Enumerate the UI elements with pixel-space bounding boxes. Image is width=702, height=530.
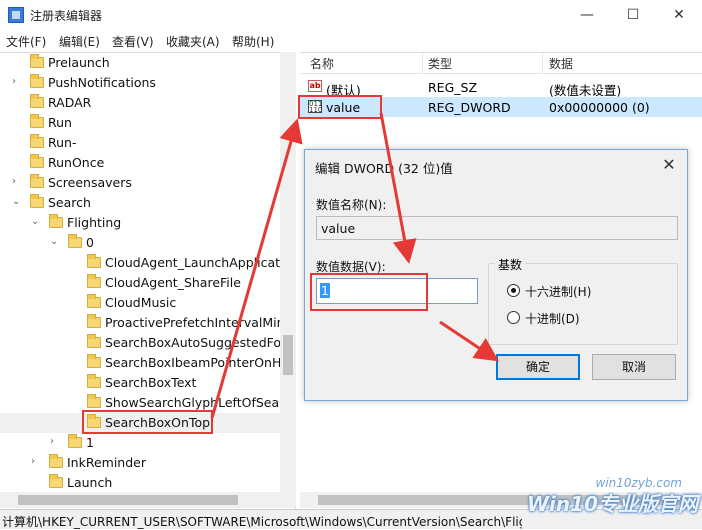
tree-item[interactable]: RADAR (0, 93, 280, 113)
tree-vertical-scrollbar[interactable] (280, 52, 296, 492)
column-header-type[interactable]: 类型 (428, 55, 452, 72)
folder-icon (49, 214, 63, 228)
folder-icon (87, 274, 101, 288)
value-name-label: 数值名称(N): (316, 198, 387, 212)
edit-dword-dialog: 编辑 DWORD (32 位)值 ✕ 数值名称(N): value 数值数据(V… (304, 149, 688, 401)
tree-item[interactable]: Prelaunch (0, 53, 280, 73)
close-button[interactable]: ✕ (656, 0, 702, 30)
tree-item[interactable]: ⌄ 0 (0, 233, 280, 253)
folder-icon (87, 354, 101, 368)
tree-item[interactable]: ⌄ Flighting (0, 213, 280, 233)
folder-icon (30, 154, 44, 168)
maximize-button[interactable]: ☐ (610, 0, 656, 30)
column-separator[interactable] (542, 53, 543, 73)
chevron-right-icon[interactable]: › (31, 456, 35, 467)
value-name-field: value (316, 216, 678, 240)
tree-item[interactable]: › InkReminder (0, 453, 280, 473)
value-row-selected[interactable]: 011 110 value REG_DWORD 0x00000000 (0) (300, 97, 702, 117)
chevron-right-icon[interactable]: › (12, 76, 16, 87)
folder-icon (87, 394, 101, 408)
chevron-down-icon[interactable]: ⌄ (31, 216, 39, 227)
folder-icon (49, 474, 63, 488)
folder-icon (87, 314, 101, 328)
column-separator[interactable] (422, 53, 423, 73)
folder-icon (30, 54, 44, 68)
base-group (488, 263, 678, 345)
tree-hscroll-thumb[interactable] (18, 495, 238, 505)
menu-file[interactable]: 文件(F) (6, 33, 46, 50)
folder-icon (30, 134, 44, 148)
tree-scroll-thumb[interactable] (283, 335, 293, 375)
base-group-title: 基数 (495, 256, 526, 273)
tree-item[interactable]: RunOnce (0, 153, 280, 173)
folder-icon (87, 254, 101, 268)
radio-decimal-label[interactable]: 十进制(D) (525, 310, 580, 327)
header-divider (300, 73, 702, 74)
tree-item[interactable]: ProactivePrefetchIntervalMinutes (0, 313, 280, 333)
dword-value-icon: 011 110 (308, 100, 323, 114)
tree-item[interactable]: SearchBoxAutoSuggestedForeground (0, 333, 280, 353)
watermark-logo: Win10专业版官网 (527, 492, 698, 516)
radio-decimal[interactable] (507, 311, 520, 324)
tree-item[interactable]: Launch (0, 473, 280, 493)
tree-item[interactable]: Run- (0, 133, 280, 153)
dialog-close-button[interactable]: ✕ (657, 153, 681, 177)
ok-button[interactable]: 确定 (496, 354, 580, 380)
menu-help[interactable]: 帮助(H) (232, 33, 274, 50)
value-row[interactable]: ab (默认) REG_SZ (数值未设置) (300, 77, 702, 98)
cancel-button[interactable]: 取消 (592, 354, 676, 380)
tree-item[interactable]: › Screensavers (0, 173, 280, 193)
chevron-right-icon[interactable]: › (50, 436, 54, 447)
folder-icon (30, 194, 44, 208)
chevron-right-icon[interactable]: › (12, 176, 16, 187)
menu-edit[interactable]: 编辑(E) (59, 33, 100, 50)
window-title: 注册表编辑器 (30, 9, 103, 23)
registry-tree[interactable]: Prelaunch › PushNotifications RADAR Run R… (0, 52, 296, 510)
tree-item[interactable]: SearchBoxText (0, 373, 280, 393)
folder-icon (87, 334, 101, 348)
folder-icon (87, 294, 101, 308)
tree-item-selected[interactable]: SearchBoxOnTop (0, 413, 280, 433)
tree-item[interactable]: SearchBoxIbeamPointerOnHover (0, 353, 280, 373)
value-data-text: 1 (320, 283, 330, 298)
minimize-button[interactable]: — (564, 0, 610, 30)
folder-icon (30, 74, 44, 88)
folder-icon (30, 174, 44, 188)
tree-item[interactable]: Run (0, 113, 280, 133)
dialog-title: 编辑 DWORD (32 位)值 (315, 161, 453, 176)
folder-icon (87, 414, 101, 428)
tree-item[interactable]: CloudMusic (0, 293, 280, 313)
radio-hex[interactable] (507, 284, 520, 297)
chevron-down-icon[interactable]: ⌄ (12, 196, 20, 207)
folder-icon (30, 114, 44, 128)
tree-item[interactable]: › 1 (0, 433, 280, 453)
menu-bar: 文件(F) 编辑(E) 查看(V) 收藏夹(A) 帮助(H) (0, 30, 702, 50)
regedit-icon (8, 7, 24, 23)
registry-path: 计算机\HKEY_CURRENT_USER\SOFTWARE\Microsoft… (2, 515, 522, 529)
tree-item[interactable]: CloudAgent_ShareFile (0, 273, 280, 293)
folder-icon (49, 454, 63, 468)
menu-view[interactable]: 查看(V) (112, 33, 154, 50)
folder-icon (68, 234, 82, 248)
radio-hex-label[interactable]: 十六进制(H) (525, 283, 591, 300)
tree-item[interactable]: › PushNotifications (0, 73, 280, 93)
chevron-down-icon[interactable]: ⌄ (50, 236, 58, 247)
tree-item[interactable]: CloudAgent_LaunchApplication (0, 253, 280, 273)
column-header-name[interactable]: 名称 (310, 55, 334, 72)
folder-icon (87, 374, 101, 388)
value-data-input[interactable]: 1 (316, 278, 478, 304)
title-bar: 注册表编辑器 — ☐ ✕ (0, 0, 702, 30)
folder-icon (30, 94, 44, 108)
value-data-label: 数值数据(V): (316, 260, 386, 274)
string-value-icon: ab (308, 80, 322, 92)
tree-item[interactable]: ShowSearchGlyphLeftOfSearchBox (0, 393, 280, 413)
menu-favorites[interactable]: 收藏夹(A) (166, 33, 220, 50)
column-header-data[interactable]: 数据 (549, 55, 573, 72)
folder-icon (68, 434, 82, 448)
tree-item[interactable]: ⌄ Search (0, 193, 280, 213)
